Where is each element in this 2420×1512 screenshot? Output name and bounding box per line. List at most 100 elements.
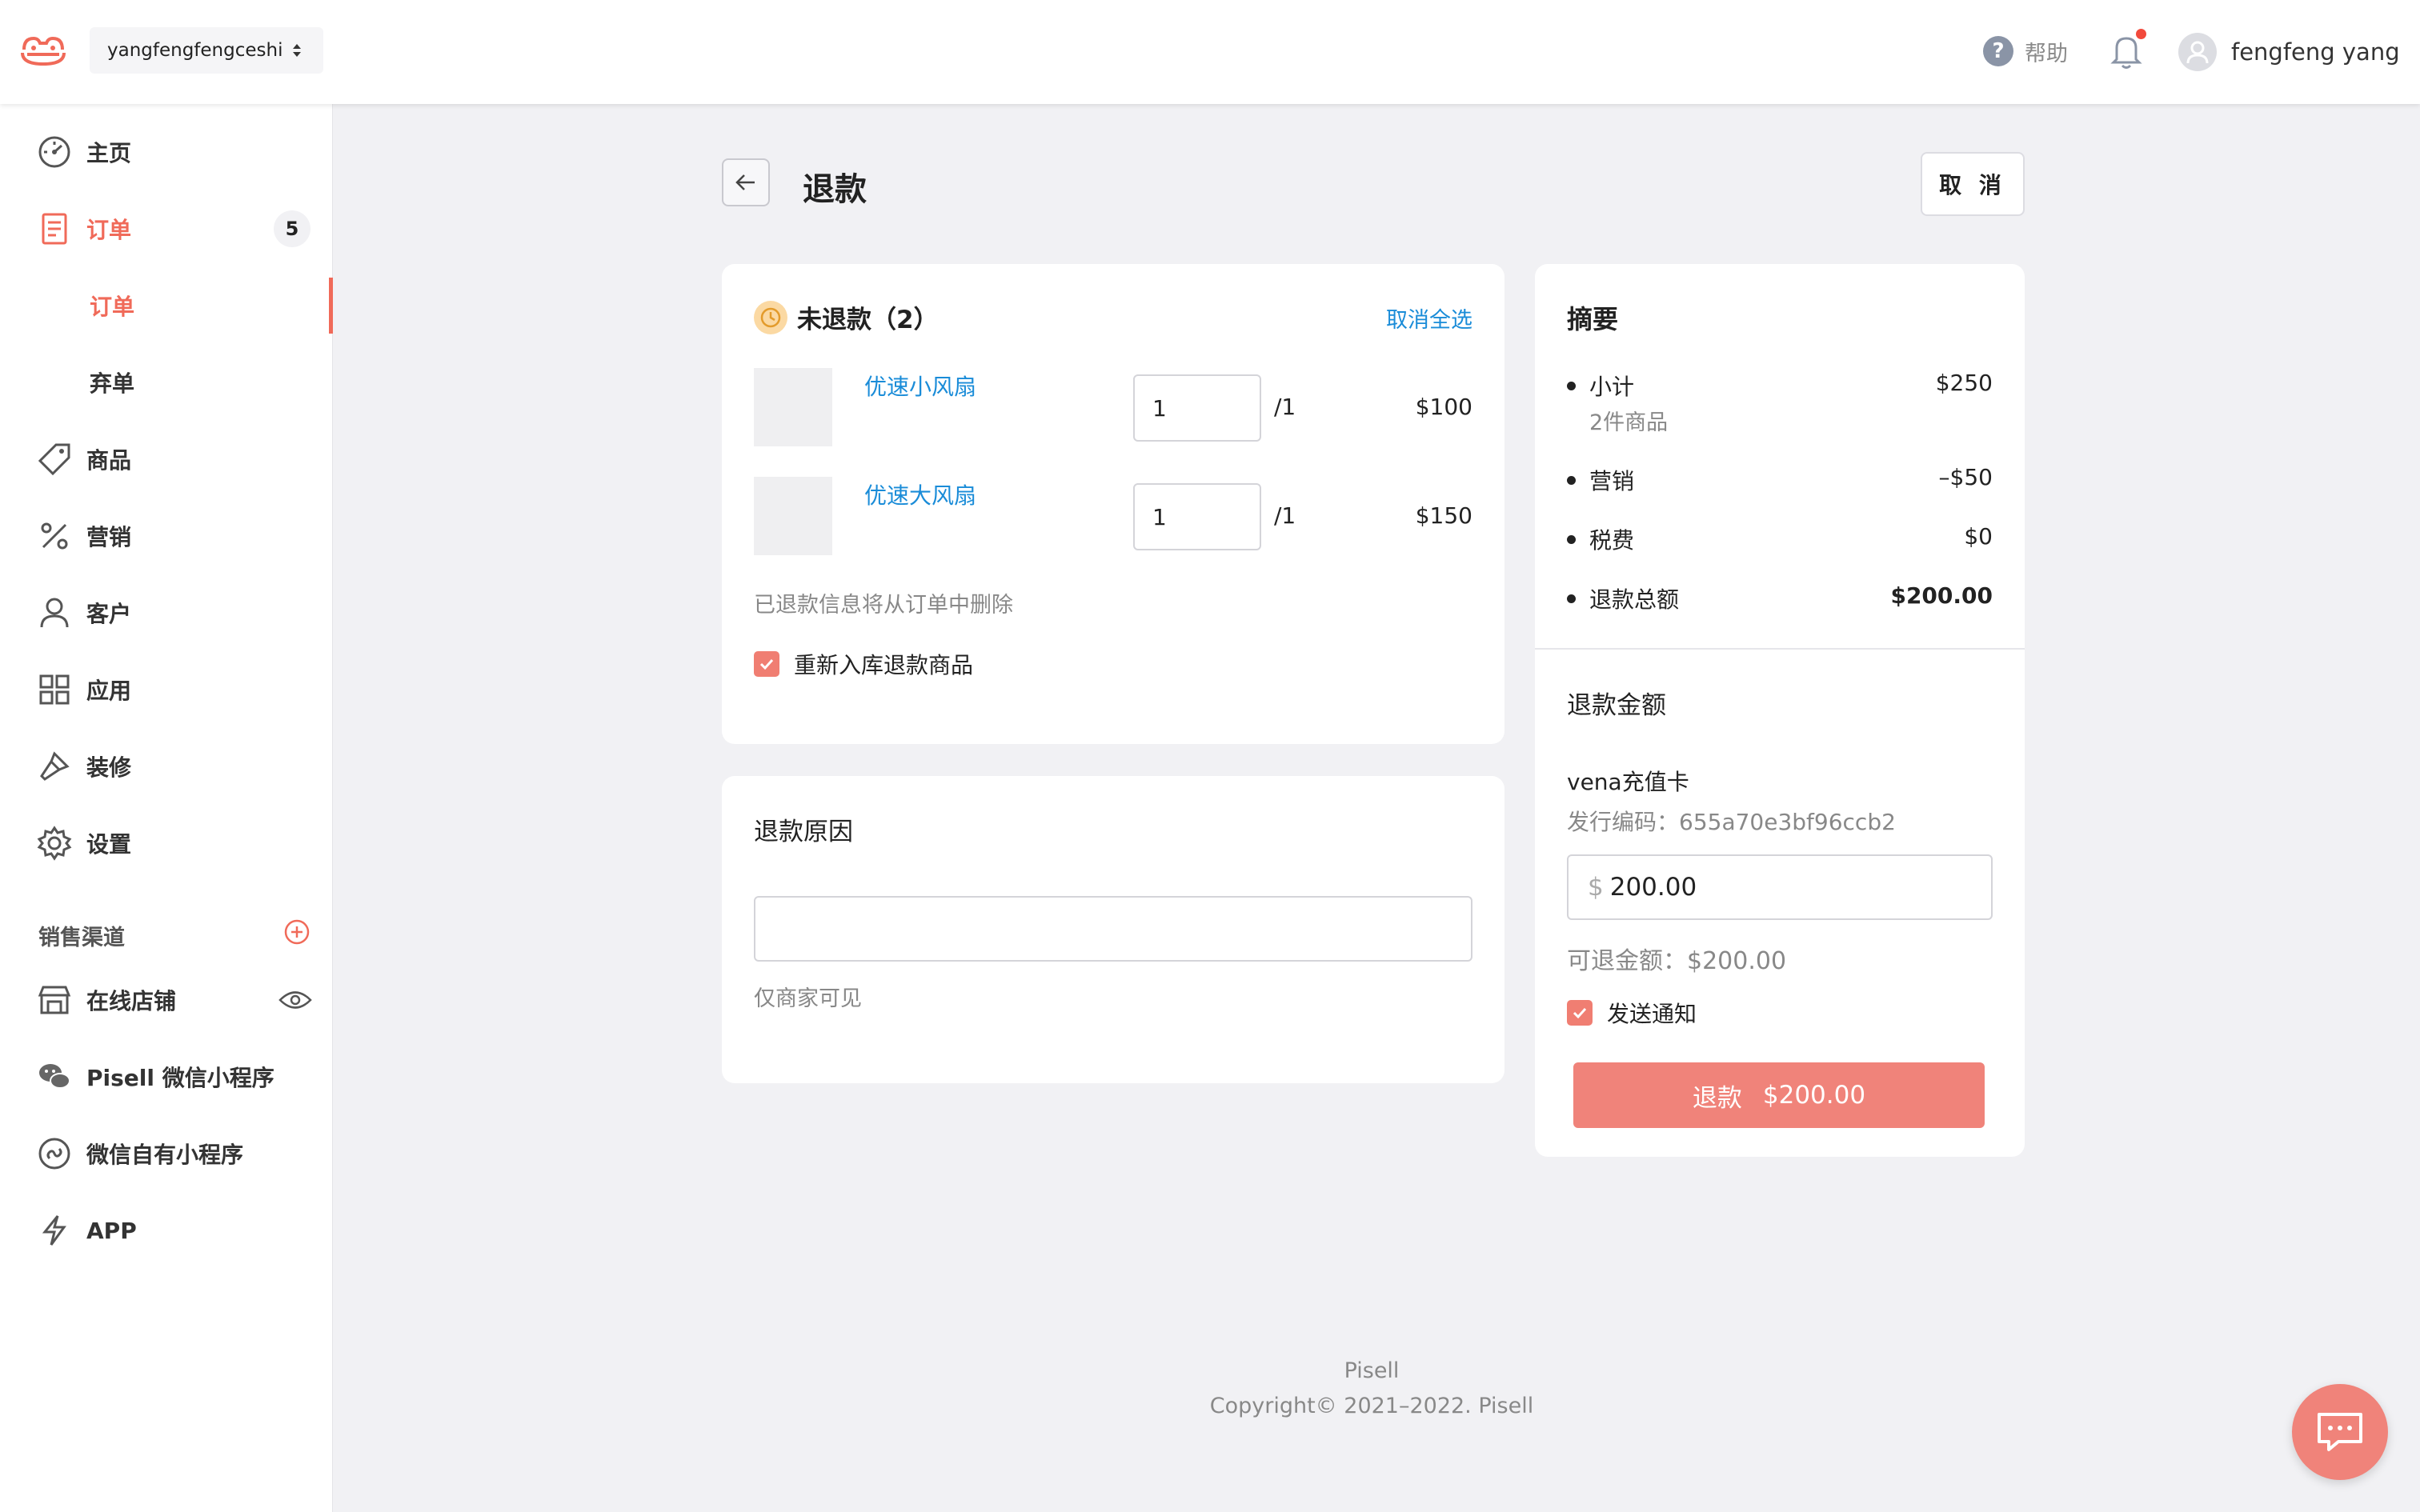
help-link[interactable]: ? 帮助	[1983, 34, 2068, 69]
sidebar-channel-wechat-mini-program[interactable]: 微信自有小程序	[0, 1126, 333, 1182]
cancel-button[interactable]: 取 消	[1921, 152, 2025, 216]
clock-icon	[754, 300, 787, 334]
user-menu[interactable]: fengfeng yang	[2178, 32, 2400, 72]
sidebar-channel-app[interactable]: APP	[0, 1202, 333, 1258]
sidebar-item-customers[interactable]: 客户	[0, 585, 333, 641]
user-silhouette-icon	[2186, 41, 2209, 64]
sidebar-item-label: 应用	[86, 678, 132, 704]
payment-card-code: 发行编码：655a70e3bf96ccb2	[1567, 809, 1896, 835]
summary-label: 税费	[1589, 527, 1635, 554]
product-name-link[interactable]: 优速大风扇	[864, 478, 976, 510]
tag-icon	[38, 443, 70, 476]
summary-item-count: 2件商品	[1589, 410, 1669, 435]
list-item: 优速大风扇 /1 $150	[754, 477, 1472, 557]
sidebar-item-label: 主页	[86, 140, 132, 166]
sidebar-channel-label: Pisell 微信小程序	[86, 1065, 274, 1091]
summary-card: 摘要 小计 $250 2件商品 营销 –$50 税费 $0 退款总额 $200.…	[1535, 264, 2025, 1157]
sidebar-subitem-abandoned[interactable]: 弃单	[0, 354, 333, 410]
sidebar-channel-label: 在线店铺	[86, 988, 177, 1014]
sidebar-subitem-label: 弃单	[90, 370, 135, 397]
quantity-input[interactable]	[1133, 374, 1261, 442]
refundable-amount: 可退金额：$200.00	[1567, 947, 1787, 975]
summary-label: 退款总额	[1589, 586, 1680, 613]
chat-icon	[2318, 1413, 2362, 1451]
restock-label: 重新入库退款商品	[794, 652, 974, 678]
refund-amount-value: 200.00	[1609, 873, 1697, 902]
summary-value: $0	[1964, 523, 1993, 550]
send-notification-row[interactable]: 发送通知	[1567, 997, 1697, 1029]
restock-checkbox-row[interactable]: 重新入库退款商品	[754, 648, 973, 680]
sidebar-item-decorate[interactable]: 装修	[0, 738, 333, 794]
refund-amount-input[interactable]: $ 200.00	[1567, 854, 1993, 920]
sidebar-item-label: 设置	[86, 831, 132, 858]
refund-reason-card: 退款原因 仅商家可见	[722, 776, 1504, 1083]
store-switcher[interactable]: yangfengfengceshi	[90, 27, 323, 74]
refund-button[interactable]: 退款 $200.00	[1573, 1062, 1985, 1128]
sidebar-item-settings[interactable]: 设置	[0, 815, 333, 871]
footer-copyright: Copyright© 2021–2022. Pisell	[1209, 1394, 1534, 1418]
sidebar-subitem-label: 订单	[90, 294, 135, 320]
bullet-icon	[1567, 476, 1576, 485]
orders-count-badge: 5	[274, 210, 311, 247]
summary-value: –$50	[1938, 464, 1993, 490]
sidebar-item-label: 商品	[86, 447, 132, 474]
product-thumbnail	[754, 477, 832, 555]
orders-icon	[42, 213, 67, 245]
chat-button[interactable]	[2292, 1384, 2388, 1480]
back-button[interactable]	[722, 158, 770, 206]
summary-row-tax: 税费 $0	[1567, 523, 1993, 555]
page-title: 退款	[803, 171, 867, 208]
caret-updown-icon	[293, 44, 301, 57]
divider	[1535, 648, 2025, 650]
user-icon	[40, 598, 69, 628]
refund-reason-input[interactable]	[754, 896, 1472, 962]
sidebar-subitem-orders[interactable]: 订单	[0, 278, 333, 334]
sidebar-item-home[interactable]: 主页	[0, 124, 333, 180]
help-label: 帮助	[2025, 41, 2068, 66]
product-name-link[interactable]: 优速小风扇	[864, 370, 976, 402]
dashboard-icon	[38, 136, 70, 168]
sidebar-channel-pisell-wechat[interactable]: Pisell 微信小程序	[0, 1049, 333, 1105]
summary-label: 营销	[1589, 468, 1635, 494]
sidebar-item-apps[interactable]: 应用	[0, 662, 333, 718]
summary-row-marketing: 营销 –$50	[1567, 464, 1993, 496]
arrow-left-icon	[735, 174, 755, 190]
check-icon	[1573, 1007, 1587, 1019]
deselect-all-link[interactable]: 取消全选	[1386, 302, 1472, 334]
add-channel-icon[interactable]	[283, 918, 311, 946]
quantity-input[interactable]	[1133, 483, 1261, 550]
summary-row-subtotal: 小计 $250	[1567, 370, 1993, 402]
quantity-max: /1	[1274, 502, 1296, 529]
sidebar: 主页 订单 5 订单 弃单 商品 营销 客户 应用 装修 设置 销售渠道 在线店…	[0, 104, 333, 1512]
sidebar-item-marketing[interactable]: 营销	[0, 508, 333, 564]
sales-channels-heading: 销售渠道	[38, 926, 125, 950]
sidebar-item-label: 装修	[86, 754, 132, 781]
user-name: fengfeng yang	[2231, 38, 2400, 66]
help-icon: ?	[1983, 36, 2013, 66]
summary-total-value: $200.00	[1890, 582, 1993, 609]
sidebar-item-orders[interactable]: 订单 5	[0, 201, 333, 257]
refund-amount-title: 退款金额	[1567, 691, 1666, 720]
eye-icon[interactable]	[278, 988, 312, 1012]
sidebar-channel-label: APP	[86, 1217, 137, 1244]
send-notification-checkbox[interactable]	[1567, 1000, 1593, 1026]
refund-button-label: 退款	[1692, 1083, 1742, 1113]
footer-brand: Pisell	[1344, 1358, 1400, 1383]
sidebar-item-label: 订单	[86, 217, 132, 243]
sidebar-item-products[interactable]: 商品	[0, 431, 333, 487]
wechat-icon	[39, 1064, 70, 1089]
check-icon	[759, 658, 774, 670]
apps-icon	[39, 674, 70, 705]
brush-icon	[40, 751, 70, 781]
restock-checkbox[interactable]	[754, 651, 779, 677]
summary-row-total: 退款总额 $200.00	[1567, 582, 1993, 614]
logo-icon[interactable]	[19, 32, 67, 69]
list-item: 优速小风扇 /1 $100	[754, 368, 1472, 448]
top-bar: yangfengfengceshi ? 帮助 fengfeng yang	[0, 0, 2420, 104]
sidebar-channel-online-store[interactable]: 在线店铺	[0, 972, 333, 1028]
mini-program-icon	[38, 1138, 70, 1170]
refund-note: 已退款信息将从订单中删除	[754, 593, 1013, 618]
summary-title: 摘要	[1567, 304, 1619, 334]
store-icon	[38, 986, 71, 1014]
unrefunded-items-card: 未退款（2） 取消全选 优速小风扇 /1 $100 优速大风扇 /1 $150 …	[722, 264, 1504, 744]
